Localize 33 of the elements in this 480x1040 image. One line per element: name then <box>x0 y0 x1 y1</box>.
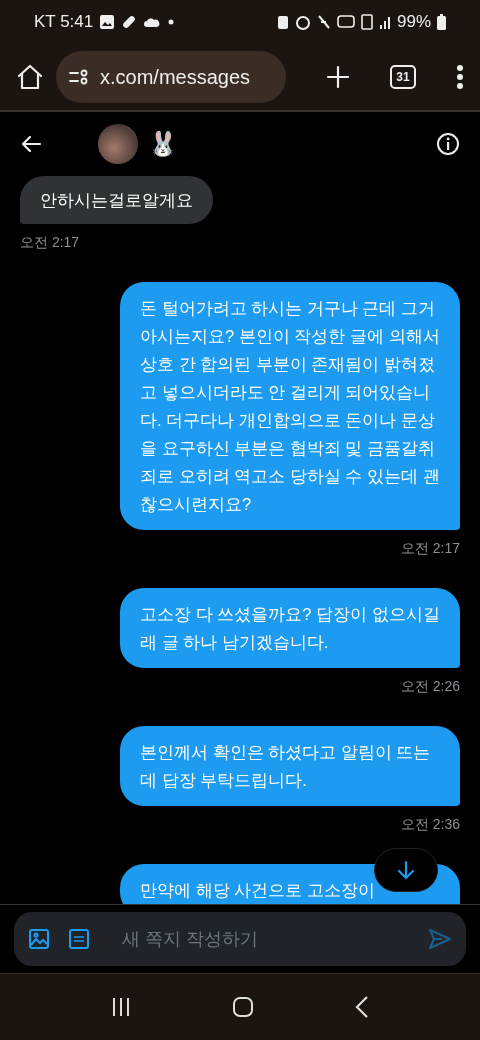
home-icon[interactable] <box>16 63 44 91</box>
info-icon[interactable] <box>436 132 460 156</box>
message-bubble: 안하시는걸로알게요 <box>20 176 213 224</box>
message-field[interactable]: 새 쪽지 작성하기 <box>14 912 466 966</box>
dot-icon <box>167 18 176 26</box>
message-bubble: 본인께서 확인은 하셨다고 알림이 뜨는데 답장 부탁드립니다. <box>120 726 460 806</box>
site-settings-icon[interactable] <box>68 68 90 86</box>
address-bar[interactable]: x.com/messages <box>56 51 286 103</box>
back-icon[interactable] <box>354 995 370 1019</box>
tab-count-button[interactable]: 31 <box>390 65 416 89</box>
battery-icon <box>437 14 446 30</box>
avatar[interactable] <box>98 124 138 164</box>
menu-icon[interactable] <box>456 64 464 90</box>
message-time: 오전 2:17 <box>20 234 80 252</box>
gallery-icon <box>99 14 116 30</box>
status-time: KT 5:41 <box>34 12 94 32</box>
image-icon[interactable] <box>28 928 50 950</box>
message-bubble: 고소장 다 쓰셨을까요? 답장이 없으시길래 글 하나 남기겠습니다. <box>120 588 460 668</box>
message-bubble: 돈 털어가려고 하시는 거구나 근데 그거 아시는지요? 본인이 작성한 글에 의해서 상호 간 합의된 부분이 존재됨이 밝혀졌고 넣으시더라도 안 걸리게 되어있습니다. 더구다나 개인합의으로 돈이나 문상을 요구하신 부분은 협박죄 및 금품갈취죄로 오히려 역고소 당하실 수 있는데 괜찮으시련지요? <box>120 282 460 530</box>
back-arrow-icon[interactable] <box>20 134 42 154</box>
mute-icon <box>316 14 331 30</box>
message-time: 오전 2:26 <box>400 678 460 696</box>
down-arrow-icon <box>397 860 415 880</box>
cloud-icon <box>143 15 162 29</box>
battery-percent: 99% <box>396 12 431 32</box>
rabbit-emoji: 🐰 <box>148 130 178 158</box>
home-button-icon[interactable] <box>232 996 254 1018</box>
message-time: 오전 2:17 <box>400 540 460 558</box>
recent-apps-icon[interactable] <box>110 996 132 1018</box>
signal-icon <box>378 14 391 30</box>
scroll-down-button[interactable] <box>374 848 438 892</box>
new-tab-icon[interactable] <box>326 65 350 89</box>
message-time: 오전 2:36 <box>400 816 460 834</box>
